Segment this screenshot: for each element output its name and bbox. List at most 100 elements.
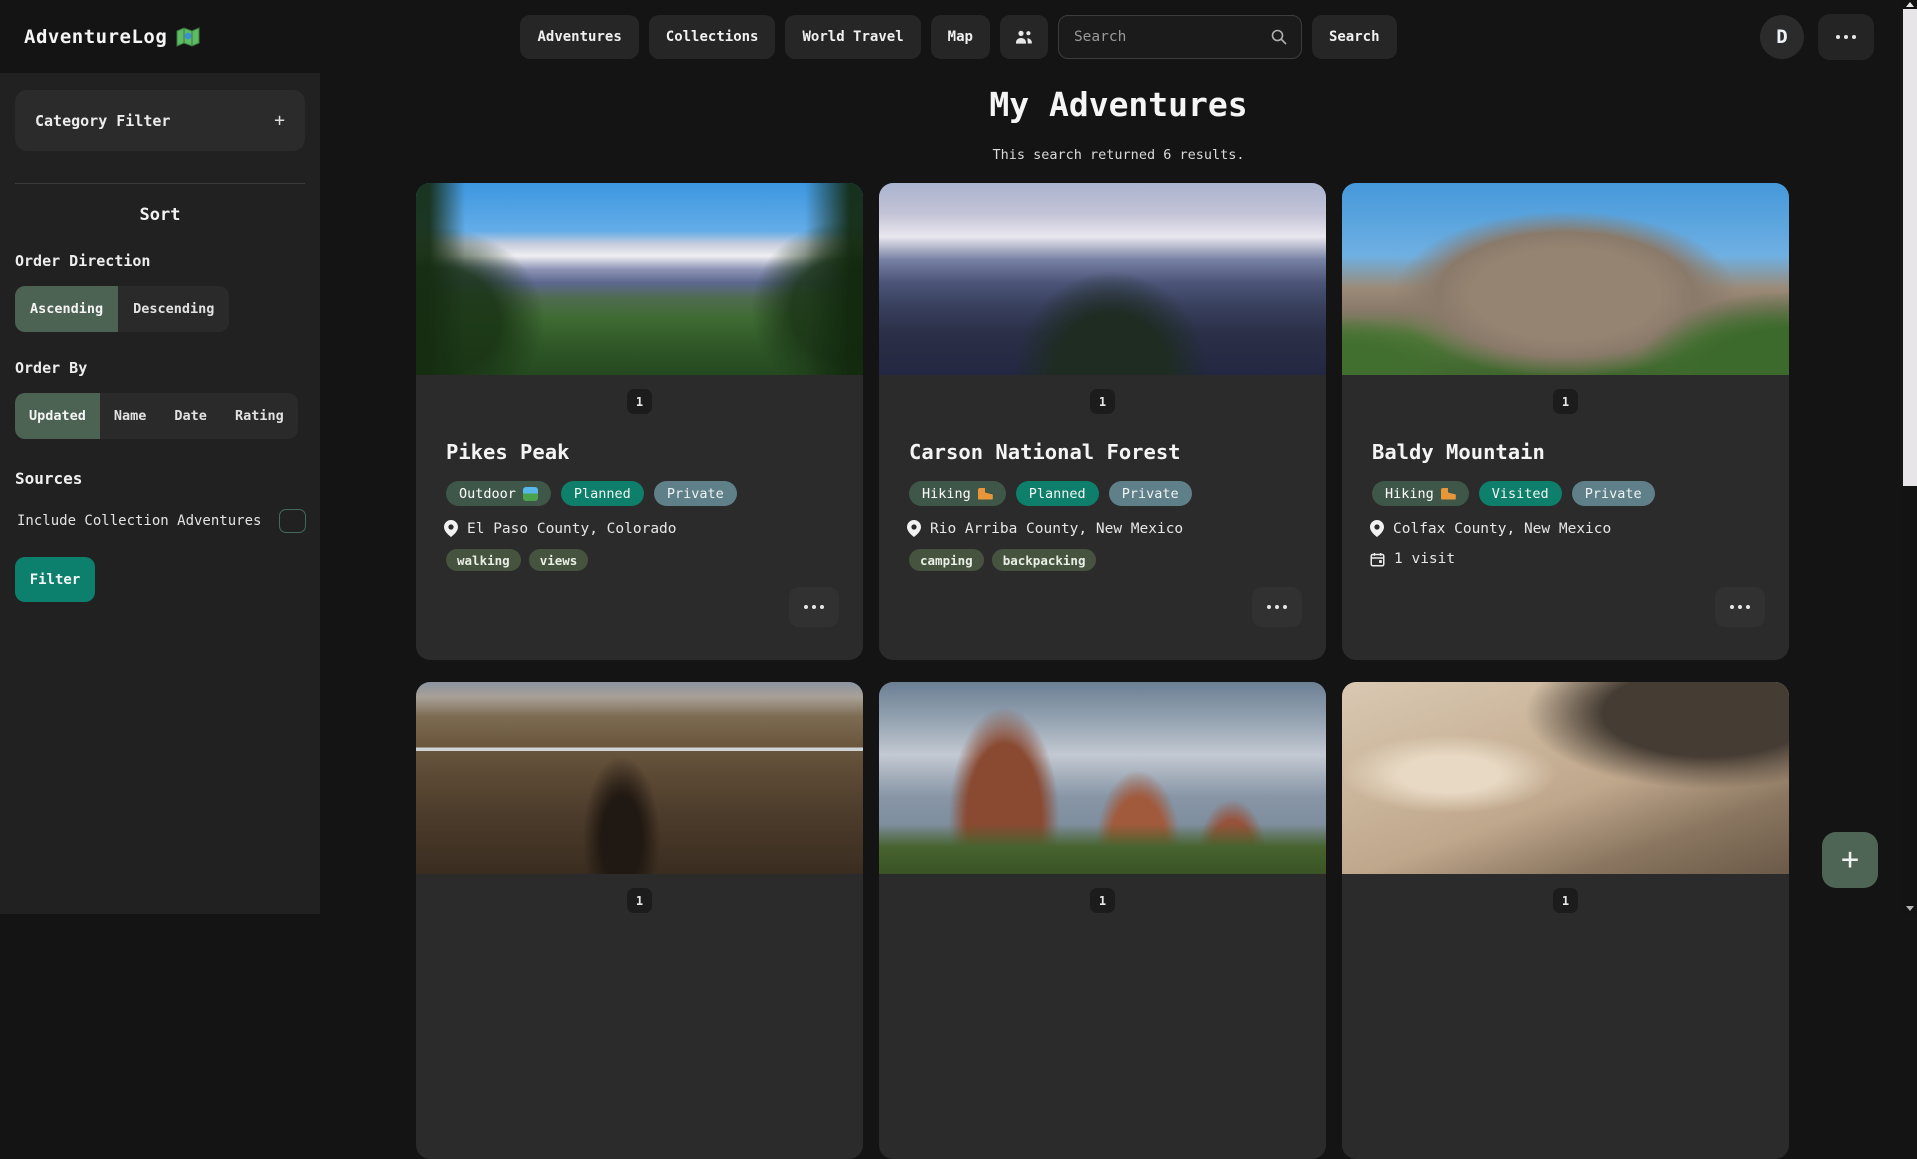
card-menu-button[interactable]: [1715, 587, 1765, 627]
category-badge: Hiking: [1372, 481, 1469, 506]
order-by-name-button[interactable]: Name: [100, 393, 161, 439]
add-adventure-button[interactable]: +: [1822, 832, 1878, 888]
hiking-boot-icon: [1441, 488, 1456, 500]
adventure-image[interactable]: [879, 183, 1326, 375]
location-row: Colfax County, New Mexico: [1370, 520, 1789, 537]
visits-text: 1 visit: [1394, 551, 1455, 567]
order-by-updated-button[interactable]: Updated: [15, 393, 100, 439]
category-label: Outdoor: [459, 486, 516, 502]
vertical-scrollbar[interactable]: [1903, 0, 1917, 914]
include-collection-row: Include Collection Adventures: [17, 509, 308, 533]
adventure-card-row2-3[interactable]: 1: [1342, 682, 1789, 1159]
badge-row: Hiking Visited Private: [1372, 481, 1789, 506]
map-pin-icon: [444, 520, 458, 537]
image-count-badge: 1: [1553, 888, 1578, 913]
nav-map-button[interactable]: Map: [931, 15, 990, 59]
expand-icon[interactable]: +: [274, 110, 285, 131]
order-by-toggle: Updated Name Date Rating: [15, 393, 298, 439]
card-menu-button[interactable]: [789, 587, 839, 627]
results-text: This search returned 6 results.: [320, 147, 1917, 163]
filter-sidebar: Category Filter + Sort Order Direction A…: [0, 73, 320, 914]
nav-world-travel-button[interactable]: World Travel: [785, 15, 920, 59]
nav-adventures-button[interactable]: Adventures: [520, 15, 638, 59]
image-count-badge: 1: [1553, 389, 1578, 414]
search-icon: [1270, 28, 1288, 46]
status-badge: Planned: [561, 481, 644, 506]
avatar[interactable]: D: [1760, 15, 1804, 59]
adventure-image[interactable]: [416, 183, 863, 375]
order-direction-toggle: Ascending Descending: [15, 286, 229, 332]
adventure-title[interactable]: Carson National Forest: [909, 440, 1326, 464]
sidebar-divider: [15, 183, 305, 184]
image-count-badge: 1: [1090, 389, 1115, 414]
sort-heading: Sort: [12, 205, 308, 225]
nav-right: D: [1760, 0, 1874, 73]
search-field-wrap: [1058, 15, 1302, 59]
category-label: Hiking: [922, 486, 971, 502]
order-by-date-button[interactable]: Date: [160, 393, 221, 439]
ellipsis-icon: [1836, 35, 1856, 39]
adventure-title[interactable]: Pikes Peak: [446, 440, 863, 464]
adventure-card-carson-national-forest[interactable]: 1 Carson National Forest Hiking Planned …: [879, 183, 1326, 660]
order-direction-ascending-button[interactable]: Ascending: [15, 286, 118, 332]
plus-icon: +: [1841, 845, 1859, 875]
category-filter-label: Category Filter: [35, 112, 170, 130]
map-pin-icon: [1370, 520, 1384, 537]
ellipsis-icon: [1267, 605, 1287, 609]
tag-row: walking views: [446, 549, 863, 571]
order-by-rating-button[interactable]: Rating: [221, 393, 298, 439]
tag: backpacking: [992, 549, 1097, 571]
users-icon: [1014, 29, 1034, 45]
adventure-image[interactable]: [1342, 682, 1789, 874]
top-navbar: AdventureLog Adventures Collections Worl…: [0, 0, 1917, 73]
order-direction-label: Order Direction: [15, 252, 308, 270]
location-row: El Paso County, Colorado: [444, 520, 863, 537]
scroll-down-arrow-icon[interactable]: [1906, 906, 1914, 911]
hiking-boot-icon: [978, 488, 993, 500]
image-count-badge: 1: [1090, 888, 1115, 913]
privacy-badge: Private: [654, 481, 737, 506]
map-logo-icon: [176, 27, 200, 47]
scroll-up-arrow-icon[interactable]: [1906, 2, 1914, 7]
badge-row: Hiking Planned Private: [909, 481, 1326, 506]
location-row: Rio Arriba County, New Mexico: [907, 520, 1326, 537]
search-button[interactable]: Search: [1312, 15, 1397, 59]
adventure-title[interactable]: Baldy Mountain: [1372, 440, 1789, 464]
map-pin-icon: [907, 520, 921, 537]
status-badge: Planned: [1016, 481, 1099, 506]
include-collection-label: Include Collection Adventures: [17, 513, 261, 529]
privacy-badge: Private: [1109, 481, 1192, 506]
adventure-card-row2-1[interactable]: 1: [416, 682, 863, 1159]
privacy-badge: Private: [1572, 481, 1655, 506]
location-text: Rio Arriba County, New Mexico: [930, 521, 1183, 537]
order-direction-descending-button[interactable]: Descending: [118, 286, 229, 332]
sources-heading: Sources: [15, 469, 308, 488]
category-badge: Hiking: [909, 481, 1006, 506]
nav-users-button[interactable]: [1000, 15, 1048, 59]
location-text: El Paso County, Colorado: [467, 521, 677, 537]
card-menu-button[interactable]: [1252, 587, 1302, 627]
badge-row: Outdoor Planned Private: [446, 481, 863, 506]
category-filter-panel[interactable]: Category Filter +: [15, 90, 305, 151]
adventure-image[interactable]: [416, 682, 863, 874]
include-collection-checkbox[interactable]: [279, 509, 306, 533]
search-input[interactable]: [1072, 28, 1270, 46]
nav-overflow-button[interactable]: [1818, 14, 1874, 60]
main-content: My Adventures This search returned 6 res…: [320, 73, 1917, 914]
national-park-icon: [523, 487, 538, 501]
ellipsis-icon: [804, 605, 824, 609]
filter-button[interactable]: Filter: [15, 557, 95, 602]
status-badge: Visited: [1479, 481, 1562, 506]
adventure-card-row2-2[interactable]: 1: [879, 682, 1326, 1159]
calendar-icon: [1370, 552, 1385, 567]
app-logo[interactable]: AdventureLog: [24, 0, 200, 73]
page-title: My Adventures: [320, 73, 1917, 124]
adventure-card-baldy-mountain[interactable]: 1 Baldy Mountain Hiking Visited Private …: [1342, 183, 1789, 660]
adventure-card-pikes-peak[interactable]: 1 Pikes Peak Outdoor Planned Private El …: [416, 183, 863, 660]
adventure-image[interactable]: [1342, 183, 1789, 375]
nav-collections-button[interactable]: Collections: [649, 15, 776, 59]
adventure-image[interactable]: [879, 682, 1326, 874]
tag: camping: [909, 549, 984, 571]
nav-center: Adventures Collections World Travel Map: [520, 15, 1396, 59]
scrollbar-thumb[interactable]: [1903, 9, 1917, 486]
